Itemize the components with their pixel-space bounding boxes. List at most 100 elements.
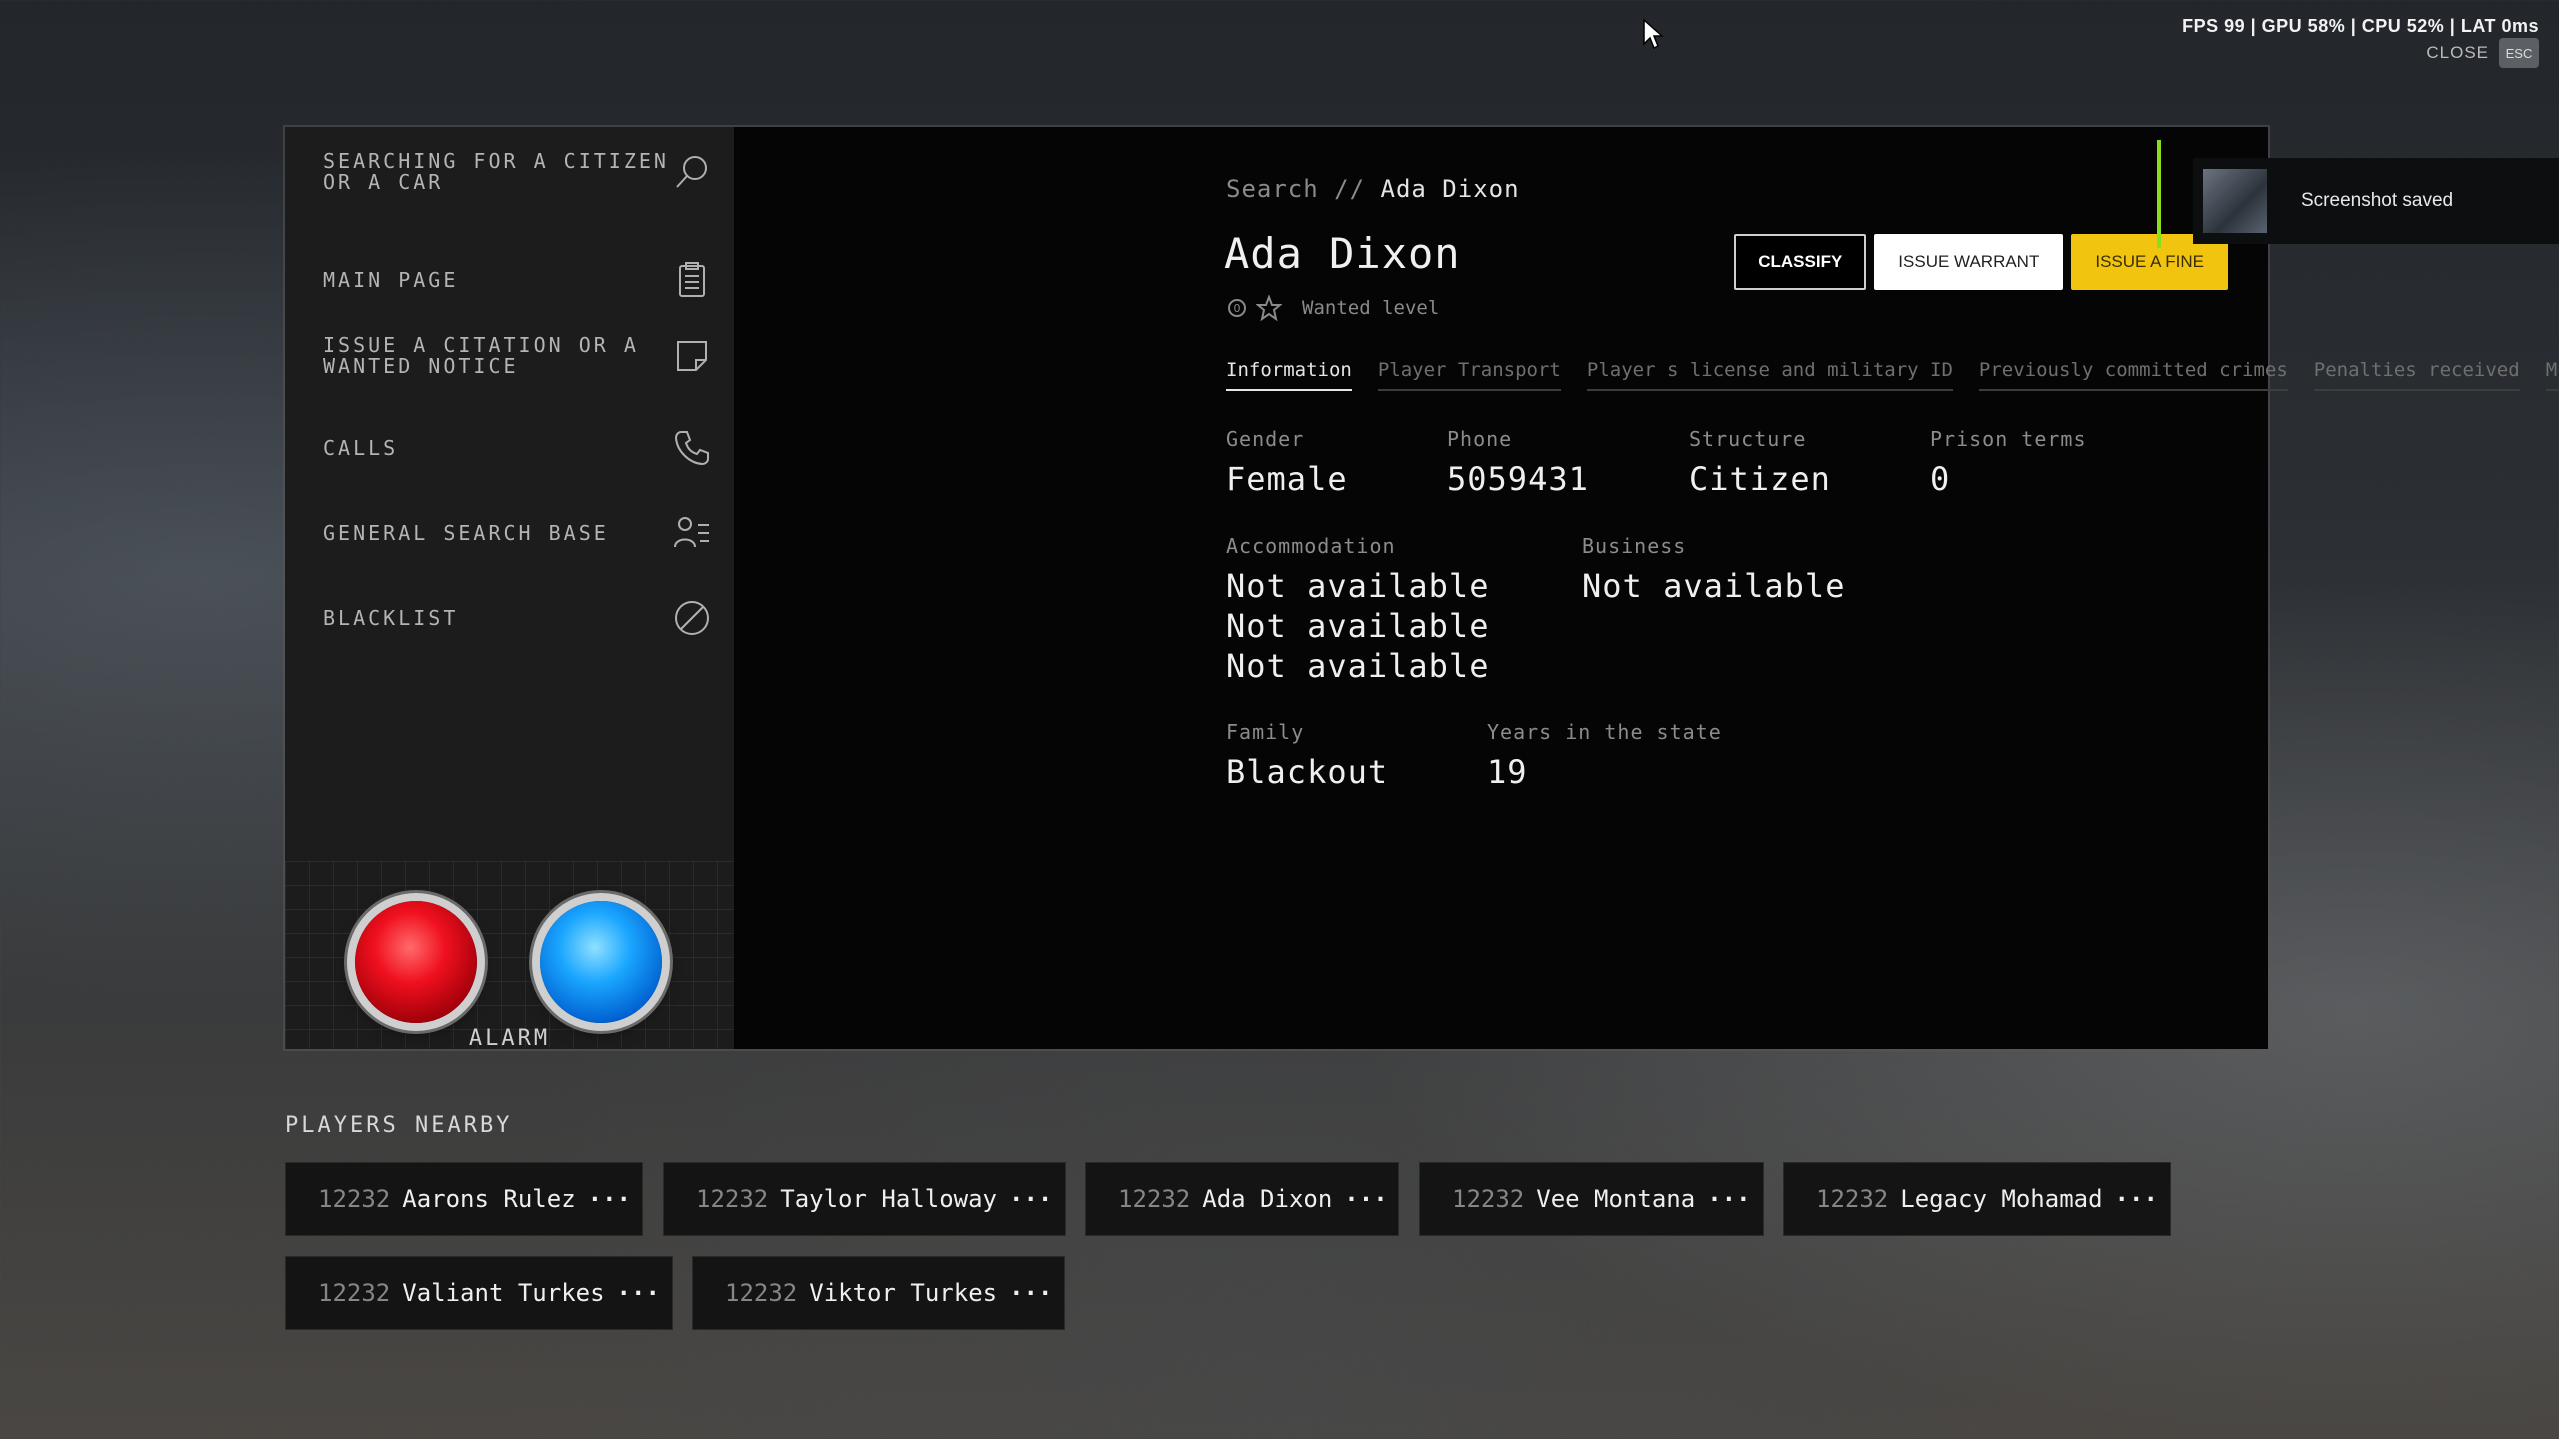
breadcrumb-search-link[interactable]: Search //: [1226, 175, 1381, 203]
prison-terms-value: 0: [1930, 460, 1951, 498]
more-options-icon[interactable]: ···: [1707, 1185, 1750, 1213]
player-id: 12232: [725, 1279, 798, 1307]
sidebar-item-label: SEARCHING FOR A CITIZEN OR A CAR: [323, 149, 669, 194]
accommodation-value: Not available: [1226, 647, 1490, 685]
gender-label: Gender: [1226, 427, 1305, 451]
player-name: Ada Dixon: [1202, 1185, 1333, 1213]
note-icon: [671, 335, 713, 377]
breadcrumb-current: Ada Dixon: [1380, 175, 1520, 203]
player-card[interactable]: 12232 Ada Dixon ···: [1085, 1162, 1399, 1236]
player-id: 12232: [318, 1279, 391, 1307]
player-card[interactable]: 12232 Vee Montana ···: [1419, 1162, 1764, 1236]
mouse-cursor-icon: [1643, 18, 1664, 50]
tab-player-transport[interactable]: Player Transport: [1377, 359, 1561, 391]
toast-message: Screenshot saved: [2301, 190, 2454, 211]
sidebar-item-blacklist[interactable]: BLACKLIST: [323, 597, 713, 639]
player-name: Taylor Halloway: [780, 1185, 997, 1213]
tab-penalties[interactable]: Penalties received: [2313, 359, 2520, 391]
player-name: Viktor Turkes: [809, 1279, 998, 1307]
player-id: 12232: [318, 1185, 391, 1213]
sidebar-item-label: BLACKLIST: [323, 605, 459, 630]
accommodation-value: Not available: [1226, 567, 1490, 605]
star-icon[interactable]: [1256, 295, 1282, 321]
sidebar-item-general-search-base[interactable]: GENERAL SEARCH BASE: [323, 512, 713, 554]
sidebar-item-issue-citation[interactable]: ISSUE A CITATION OR A WANTED NOTICE: [323, 335, 713, 377]
phone-label: Phone: [1447, 427, 1513, 451]
years-in-state-label: Years in the state: [1487, 720, 1722, 744]
issue-warrant-button[interactable]: ISSUE WARRANT: [1874, 234, 2064, 290]
profile-tabs: Information Player Transport Player s li…: [1226, 359, 2559, 391]
business-value: Not available: [1582, 567, 1846, 605]
screenshot-toast: Screenshot saved: [2193, 158, 2559, 244]
phone-value: 5059431: [1447, 460, 1589, 498]
players-nearby-title: PLAYERS NEARBY: [285, 1113, 513, 1138]
sidebar-item-label: GENERAL SEARCH BASE: [323, 520, 609, 545]
player-card[interactable]: 12232 Legacy Mohamad ···: [1783, 1162, 2171, 1236]
clipboard-icon: [671, 259, 713, 301]
citizen-profile: Search // Ada Dixon Ada Dixon 0 Wanted l…: [734, 127, 2559, 1049]
player-card[interactable]: 12232 Valiant Turkes ···: [285, 1256, 673, 1330]
alarm-area: ALARM: [285, 861, 734, 1051]
player-card[interactable]: 12232 Taylor Halloway ···: [663, 1162, 1066, 1236]
tab-information[interactable]: Information: [1226, 359, 1352, 391]
family-label: Family: [1226, 720, 1305, 744]
structure-value: Citizen: [1689, 460, 1831, 498]
wanted-level: 0 Wanted level: [1226, 295, 1439, 321]
recording-indicator: [2157, 140, 2161, 248]
esc-key-badge[interactable]: ESC: [2499, 38, 2539, 68]
player-id: 12232: [1452, 1185, 1525, 1213]
wanted-level-value: 0: [1234, 302, 1241, 315]
player-name: Valiant Turkes: [402, 1279, 605, 1307]
page-title: Ada Dixon: [1224, 229, 1461, 278]
business-label: Business: [1582, 534, 1687, 558]
tab-license-military-id[interactable]: Player s license and military ID: [1586, 359, 1953, 391]
years-in-state-value: 19: [1487, 753, 1528, 791]
player-card[interactable]: 12232 Viktor Turkes ···: [692, 1256, 1065, 1330]
more-options-icon[interactable]: ···: [588, 1185, 631, 1213]
performance-overlay: FPS 99 | GPU 58% | CPU 52% | LAT 0ms: [2182, 16, 2539, 36]
close-label[interactable]: CLOSE: [2426, 43, 2489, 63]
sidebar: SEARCHING FOR A CITIZEN OR A CAR MAIN PA…: [285, 127, 734, 1051]
more-options-icon[interactable]: ···: [1009, 1279, 1052, 1307]
red-alarm-button[interactable]: [355, 901, 477, 1023]
classify-button[interactable]: CLASSIFY: [1734, 234, 1867, 290]
breadcrumb: Search // Ada Dixon: [1226, 175, 1520, 203]
sidebar-item-label: CALLS: [323, 435, 399, 460]
more-options-icon[interactable]: ···: [617, 1279, 660, 1307]
wanted-level-label: Wanted level: [1302, 297, 1440, 319]
prison-terms-label: Prison terms: [1930, 427, 2087, 451]
alarm-label: ALARM: [468, 1026, 551, 1051]
sidebar-item-main-page[interactable]: MAIN PAGE: [323, 259, 713, 301]
sidebar-item-search-citizen[interactable]: SEARCHING FOR A CITIZEN OR A CAR: [323, 151, 713, 193]
gender-value: Female: [1226, 460, 1348, 498]
phone-icon: [671, 427, 713, 469]
screenshot-thumbnail: [2203, 169, 2267, 233]
accommodation-label: Accommodation: [1226, 534, 1396, 558]
police-computer-panel: SEARCHING FOR A CITIZEN OR A CAR MAIN PA…: [285, 127, 2559, 1051]
player-id: 12232: [696, 1185, 769, 1213]
accommodation-value: Not available: [1226, 607, 1490, 645]
sidebar-item-calls[interactable]: CALLS: [323, 427, 713, 469]
wanted-level-badge-icon: 0: [1228, 299, 1246, 317]
more-options-icon[interactable]: ···: [1344, 1185, 1387, 1213]
player-id: 12232: [1816, 1185, 1889, 1213]
player-id: 12232: [1118, 1185, 1191, 1213]
player-name: Aarons Rulez: [402, 1185, 576, 1213]
more-options-icon[interactable]: ···: [1009, 1185, 1052, 1213]
search-icon: [671, 151, 713, 193]
blocked-icon: [671, 597, 713, 639]
blue-alarm-button[interactable]: [540, 901, 662, 1023]
structure-label: Structure: [1689, 427, 1807, 451]
people-list-icon: [671, 512, 713, 554]
player-name: Legacy Mohamad: [1900, 1185, 2103, 1213]
sidebar-item-label: ISSUE A CITATION OR A WANTED NOTICE: [323, 333, 639, 378]
player-card[interactable]: 12232 Aarons Rulez ···: [285, 1162, 643, 1236]
close-control[interactable]: CLOSE ESC: [2426, 38, 2539, 68]
family-value: Blackout: [1226, 753, 1389, 791]
player-name: Vee Montana: [1536, 1185, 1696, 1213]
action-buttons: CLASSIFY ISSUE WARRANT ISSUE A FINE: [1734, 234, 2228, 290]
more-options-icon[interactable]: ···: [2115, 1185, 2158, 1213]
sidebar-item-label: MAIN PAGE: [323, 267, 459, 292]
tab-mugshots[interactable]: Mugshots: [2545, 359, 2559, 391]
tab-previous-crimes[interactable]: Previously committed crimes: [1978, 359, 2288, 391]
